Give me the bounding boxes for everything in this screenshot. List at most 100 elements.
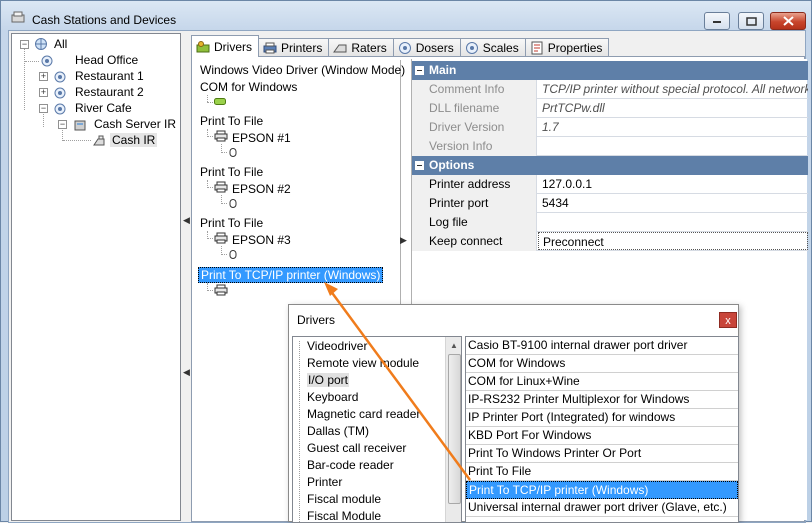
section-label: Options [429,158,475,172]
driver-tree-item[interactable]: EPSON #2 [232,182,291,196]
property-row[interactable]: Log file [412,213,808,232]
property-row[interactable]: Printer address 127.0.0.1 [412,175,808,194]
driver-tree-item[interactable]: EPSON #3 [232,233,291,247]
category-label: Remote view module [307,356,420,370]
printer-port-value[interactable]: 5434 [538,194,808,212]
category-label: Magnetic card reader [307,407,421,421]
category-item-selected[interactable]: I/O port [307,373,350,387]
splitter-collapse-left[interactable]: ◀ [183,367,190,383]
driver-list-item[interactable]: COM for Windows [466,355,738,373]
category-label: Dallas (TM) [307,424,369,438]
expand-toggle[interactable]: + [39,88,48,97]
tree-node-all[interactable]: All [54,37,67,51]
splitter-expand-right[interactable]: ▶ [400,235,408,251]
mouse-icon [229,250,237,259]
properties-icon [531,41,543,55]
category-item[interactable]: Magnetic card reader [307,407,420,421]
tab-raters[interactable]: Raters [328,38,394,57]
window-title: Cash Stations and Devices [32,13,177,27]
tab-printers[interactable]: Printers [258,38,330,57]
property-name: DLL filename [412,99,537,118]
scroll-up-icon[interactable]: ▲ [450,341,458,350]
property-name: Printer address [412,175,537,194]
stations-tree[interactable]: − All Head Office + Restaurant 1 + Resta… [11,33,181,521]
tab-properties[interactable]: Properties [524,38,610,57]
location-icon [54,87,66,99]
driver-list-item[interactable]: Casio BT-9100 internal drawer port drive… [466,337,738,355]
minimize-button[interactable] [704,12,730,30]
section-main[interactable]: Main [412,61,808,80]
driver-tree-item[interactable]: EPSON #1 [232,131,291,145]
driver-list-item[interactable]: Print To File [466,463,738,481]
driver-list-item-selected[interactable]: Print To TCP/IP printer (Windows) [466,481,738,499]
tab-label: Printers [281,41,323,55]
category-item[interactable]: Keyboard [307,390,358,404]
tree-node-restaurant-1[interactable]: Restaurant 1 [75,69,144,83]
category-item[interactable]: Dallas (TM) [307,424,369,438]
mouse-icon [229,148,237,157]
driver-tree-item[interactable]: COM for Windows [200,80,297,94]
cash-server-icon [74,120,86,131]
tree-node-label: Restaurant 2 [75,85,144,99]
tree-line [207,290,213,291]
category-scrollbar[interactable]: ▲ [445,337,461,522]
tree-node-label: Head Office [75,53,139,67]
section-options[interactable]: Options [412,156,808,175]
category-item[interactable]: Printer [307,475,342,489]
driver-category-tree[interactable]: Videodriver Remote view module I/O port … [292,336,462,523]
drivers-dialog: Drivers x Videodriver Remote view module… [288,304,739,523]
tab-label: Scales [482,41,519,55]
category-item[interactable]: Fiscal Module [307,509,381,522]
maximize-button[interactable] [738,12,764,30]
driver-list-item[interactable]: KBD Port For Windows [466,427,738,445]
property-value [538,137,808,155]
log-file-value[interactable] [538,213,808,231]
category-item[interactable]: Bar-code reader [307,458,394,472]
keep-connect-value[interactable]: Preconnect [538,232,808,250]
splitter-collapse-left[interactable]: ◀ [183,215,190,231]
collapse-icon[interactable] [415,66,424,75]
driver-list-item[interactable]: IP-RS232 Printer Multiplexor for Windows [466,391,738,409]
driver-tree-item[interactable]: Print To File [200,114,263,128]
collapse-icon[interactable] [415,161,424,170]
driver-tree-item[interactable]: Print To File [200,216,263,230]
category-item[interactable]: Fiscal module [307,492,381,506]
tree-node-head-office[interactable]: Head Office [75,53,138,67]
category-item[interactable]: Remote view module [307,356,419,370]
printer-icon [263,42,277,54]
title-bar[interactable]: Cash Stations and Devices [1,1,811,31]
tab-scales[interactable]: Scales [459,38,526,57]
tab-dosers[interactable]: Dosers [392,38,461,57]
collapse-toggle[interactable]: − [58,120,67,129]
expand-toggle[interactable]: + [39,72,48,81]
category-item[interactable]: Videodriver [307,339,367,353]
scrollbar-thumb[interactable] [448,354,461,504]
property-value: PrtTCPw.dll [542,101,605,115]
driver-list-item[interactable]: IP Printer Port (Integrated) for windows [466,409,738,427]
tree-node-cash-server-ir[interactable]: Cash Server IR [94,117,176,131]
property-row[interactable]: Printer port 5434 [412,194,808,213]
driver-list-item[interactable]: Universal internal drawer port driver (G… [466,499,738,517]
driver-list-item[interactable]: Print To Windows Printer Or Port [466,445,738,463]
category-item[interactable]: Guest call receiver [307,441,406,455]
property-row[interactable]: Keep connect Preconnect [412,232,808,251]
tree-line [24,45,25,110]
close-window-button[interactable] [770,12,806,30]
collapse-all-toggle[interactable]: − [20,40,29,49]
collapse-toggle[interactable]: − [39,104,48,113]
dialog-close-button[interactable]: x [719,312,737,328]
driver-list-item[interactable]: COM for Linux+Wine [466,373,738,391]
property-name: Printer port [412,194,537,213]
tab-drivers[interactable]: Drivers [191,35,259,57]
doser-icon [398,42,411,54]
tree-node-river-cafe[interactable]: River Cafe [75,101,132,115]
driver-tree-item[interactable]: Print To File [200,165,263,179]
printer-address-value[interactable]: 127.0.0.1 [538,175,808,193]
tree-node-restaurant-2[interactable]: Restaurant 2 [75,85,144,99]
driver-tree-item[interactable]: Windows Video Driver (Window Mode) [200,63,405,77]
tree-line [207,238,213,239]
driver-list[interactable]: Casio BT-9100 internal drawer port drive… [465,336,739,523]
tree-line [25,61,39,62]
tree-node-cash-ir[interactable]: Cash IR [110,133,158,147]
driver-tree-item-selected[interactable]: Print To TCP/IP printer (Windows) [198,267,384,283]
